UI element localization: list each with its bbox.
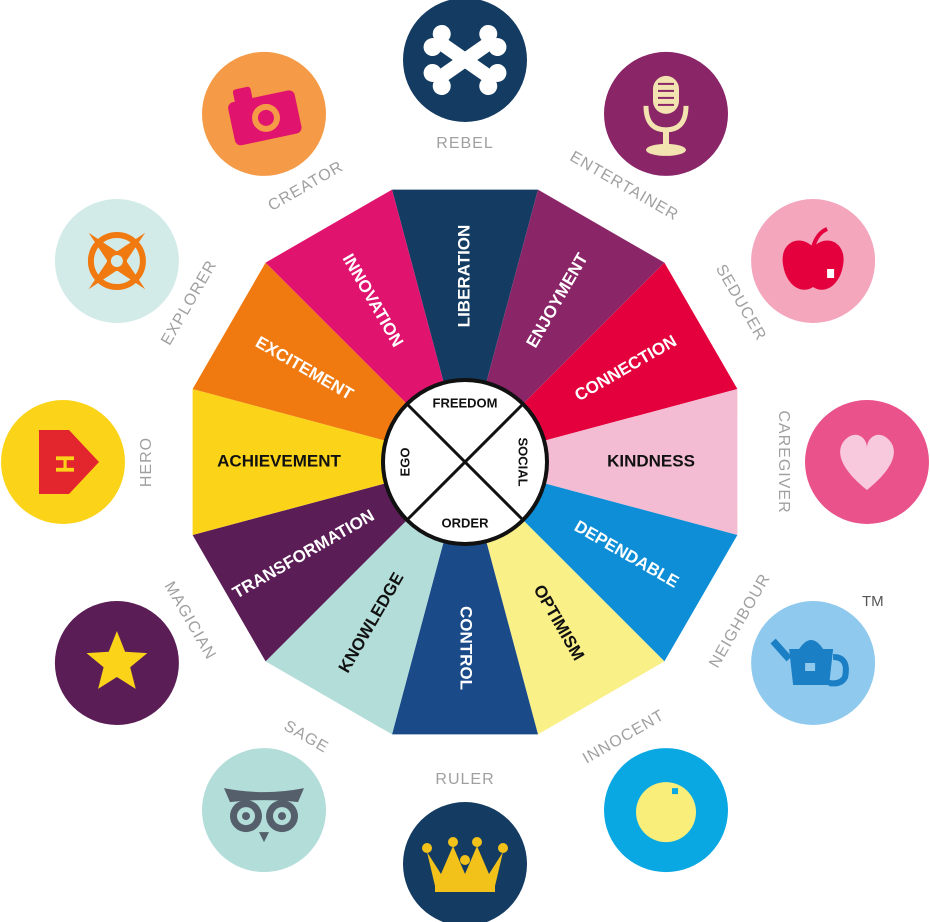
core-label-social: SOCIAL	[516, 437, 531, 486]
segment-label-kindness: KINDNESS	[607, 451, 695, 470]
core-circle: FREEDOM SOCIAL ORDER EGO	[381, 378, 549, 546]
archetype-circle	[202, 748, 326, 873]
core-label-order: ORDER	[442, 515, 490, 530]
trademark-mark: TM	[862, 593, 884, 610]
archetype-hero: H HERO	[1, 400, 155, 524]
balloon-icon	[636, 782, 696, 843]
core-label-freedom: FREEDOM	[433, 395, 498, 410]
archetype-label-sage: SAGE	[281, 718, 331, 757]
brand-archetype-wheel: LIBERATION ENJOYMENTCONNECTIONKINDNESSDEP…	[1, 0, 929, 922]
archetype-label-caregiver: CAREGIVER	[775, 410, 792, 513]
archetype-ruler: RULER	[403, 771, 527, 922]
hero-badge-letter: H	[50, 455, 80, 474]
archetype-label-rebel: REBEL	[436, 135, 493, 152]
archetype-creator: CREATOR	[202, 51, 346, 215]
compass-icon	[87, 232, 146, 290]
archetype-entertainer: ENTERTAINER	[567, 51, 728, 224]
archetype-magician: MAGICIAN	[54, 579, 219, 725]
archetype-neighbour: NEIGHBOUR	[706, 571, 876, 725]
archetype-label-hero: HERO	[138, 437, 155, 487]
archetype-explorer: EXPLORER	[54, 199, 221, 348]
archetype-rebel: REBEL	[403, 0, 527, 152]
archetype-innocent: INNOCENT	[580, 707, 728, 873]
segment-label-liberation: LIBERATION	[454, 225, 473, 328]
archetype-sage: SAGE	[202, 718, 331, 873]
archetype-caregiver: CAREGIVER	[775, 400, 929, 524]
segment-label-control: CONTROL	[457, 606, 476, 690]
segment-label-achievement: ACHIEVEMENT	[217, 451, 341, 470]
core-label-ego: EGO	[397, 448, 412, 477]
archetype-seducer: SEDUCER	[712, 199, 876, 344]
archetype-label-ruler: RULER	[435, 771, 494, 788]
